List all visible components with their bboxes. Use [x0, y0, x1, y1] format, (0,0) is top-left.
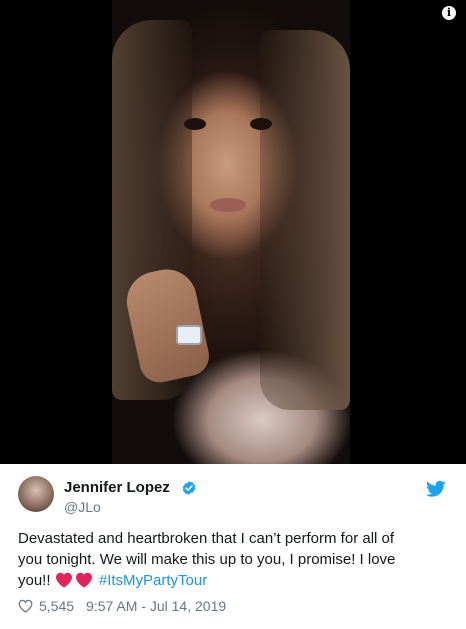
red-heart-emoji [75, 572, 92, 588]
heart-emojis [55, 572, 95, 594]
heart-outline-icon[interactable] [18, 599, 33, 613]
username[interactable]: @JLo [64, 499, 101, 515]
tweet-text-line: you tonight. We will make this up to you… [18, 551, 396, 568]
twitter-bird-icon[interactable] [426, 480, 446, 498]
verified-badge-icon [182, 481, 196, 495]
info-icon[interactable]: i [442, 6, 456, 20]
tweet-text-line: you!! #ItsMyPartyTour [18, 570, 448, 594]
display-name[interactable]: Jennifer Lopez [64, 479, 170, 496]
avatar[interactable] [18, 476, 54, 512]
video-media[interactable]: i [0, 0, 466, 464]
tweet-card: i Jennifer Lopez @JLo Devastated and hea… [0, 0, 466, 629]
video-frame[interactable] [112, 0, 350, 464]
hashtag-link[interactable]: #ItsMyPartyTour [99, 572, 207, 589]
timestamp[interactable]: 9:57 AM - Jul 14, 2019 [86, 598, 226, 614]
red-heart-emoji [55, 572, 72, 588]
tweet-footer: 5,545 9:57 AM - Jul 14, 2019 [18, 598, 226, 614]
tweet-header: Jennifer Lopez @JLo [18, 476, 448, 520]
tweet-text-prefix: you!! [18, 572, 51, 589]
like-count[interactable]: 5,545 [39, 598, 74, 614]
tweet-text: Devastated and heartbroken that I can’t … [18, 528, 448, 594]
tweet-text-line: Devastated and heartbroken that I can’t … [18, 530, 395, 547]
